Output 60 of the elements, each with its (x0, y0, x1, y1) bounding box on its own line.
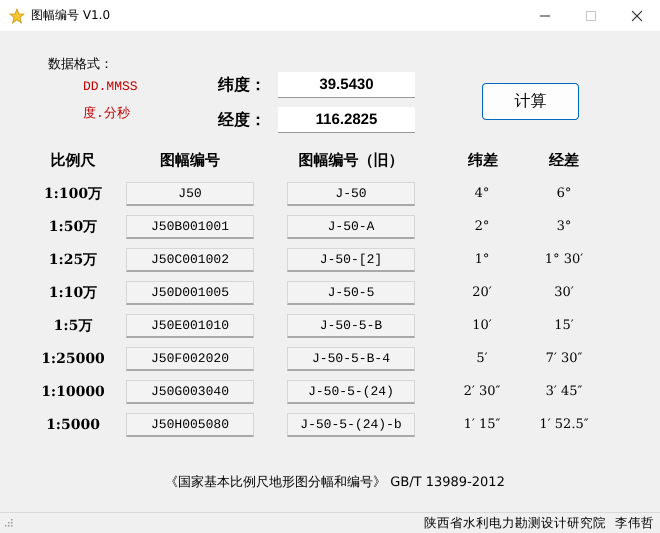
column-header: 经差 (549, 150, 579, 171)
input-field[interactable]: 116.2825 (278, 107, 415, 133)
scale-label: 1:25万 (48, 250, 98, 268)
format-hint: 度.分秒 (83, 105, 131, 123)
status-text: 李伟哲 (615, 514, 654, 532)
scale-label: 1:5000 (46, 416, 100, 432)
table-cell-text: 3° (556, 219, 572, 234)
table-cell-text: 5′ (475, 351, 489, 366)
column-header: 图幅编号 (159, 150, 221, 171)
compute-button[interactable]: 计算 (482, 83, 579, 120)
close-icon[interactable] (631, 10, 643, 22)
field-label: 经度： (218, 110, 267, 130)
code-field: J-50-5-B (287, 314, 415, 338)
code-field: J-50-5-(24)-b (287, 412, 415, 436)
code-field: J50D001005 (126, 280, 254, 304)
code-field: J50E001010 (126, 314, 254, 338)
format-hint: DD.MMSS (83, 79, 139, 96)
code-field: J50 (126, 182, 254, 206)
resize-grip-icon[interactable] (4, 518, 14, 528)
code-field: J-50-5-(24) (287, 380, 415, 404)
format-label: 数据格式： (48, 56, 114, 74)
table-cell-text: 7′ 30″ (544, 351, 584, 366)
code-field: J50H005080 (126, 412, 254, 436)
column-header: 比例尺 (50, 150, 96, 171)
table-cell-text: 1° 30′ (544, 252, 584, 267)
code-field: J50G003040 (126, 380, 254, 404)
table-cell-text: 30′ (553, 285, 575, 300)
table-cell-text: 1′ 52.5″ (538, 417, 590, 432)
table-cell-text: 2° (474, 219, 490, 234)
window-title: 图幅编号 V1.0 (31, 7, 112, 24)
table-cell-text: 6° (556, 186, 572, 201)
scale-label: 1:5万 (54, 316, 92, 334)
table-cell-text: 3′ 45″ (544, 384, 584, 399)
code-field: J50C001002 (126, 248, 254, 272)
table-cell-text: 4° (474, 186, 490, 201)
table-cell-text: 2′ 30″ (462, 384, 502, 399)
scale-label: 1:10万 (48, 284, 98, 302)
table-cell-text: 10′ (471, 318, 493, 333)
column-header: 图幅编号（旧） (298, 150, 404, 171)
standard-reference: 《国家基本比例尺地形图分幅和编号》 GB/T 13989-2012 (165, 474, 505, 491)
scale-label: 1:25000 (41, 350, 105, 366)
table-cell-text: 20′ (471, 285, 493, 300)
column-header: 纬差 (468, 150, 498, 171)
table-cell-text: 1′ 15″ (462, 417, 502, 432)
field-label: 纬度： (218, 74, 267, 96)
input-field[interactable]: 39.5430 (278, 72, 415, 98)
scale-label: 1:100万 (44, 184, 102, 202)
scale-label: 1:10000 (41, 384, 105, 400)
star-icon (9, 8, 25, 24)
code-field: J-50 (287, 182, 415, 206)
status-text: 陕西省水利电力勘测设计研究院 (424, 514, 606, 532)
code-field: J50B001001 (126, 214, 254, 238)
code-field: J50F002020 (126, 346, 254, 370)
table-cell-text: 15′ (553, 318, 575, 333)
table-cell-text: 1° (474, 252, 490, 267)
code-field: J-50-[2] (287, 248, 415, 272)
code-field: J-50-5 (287, 280, 415, 304)
code-field: J-50-5-B-4 (287, 346, 415, 370)
scale-label: 1:50万 (48, 218, 98, 236)
code-field: J-50-A (287, 214, 415, 238)
